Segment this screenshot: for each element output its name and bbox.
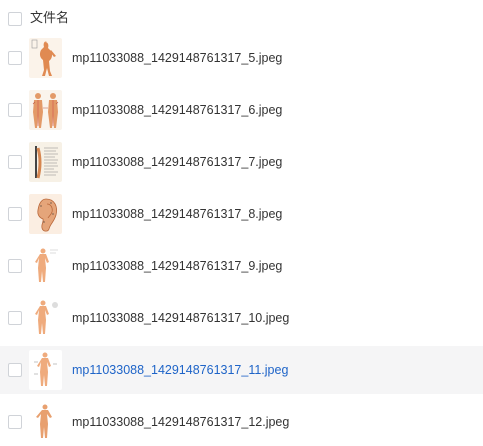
row-checkbox[interactable] bbox=[8, 415, 22, 429]
list-header: 文件名 bbox=[0, 0, 483, 36]
image-thumbnail[interactable] bbox=[29, 38, 62, 78]
row-checkbox[interactable] bbox=[8, 363, 22, 377]
row-checkbox[interactable] bbox=[8, 207, 22, 221]
image-thumbnail[interactable] bbox=[29, 298, 62, 338]
file-name-link[interactable]: mp11033088_1429148761317_6.jpeg bbox=[72, 102, 282, 118]
row-checkbox[interactable] bbox=[8, 155, 22, 169]
row-checkbox[interactable] bbox=[8, 51, 22, 65]
image-thumbnail[interactable] bbox=[29, 350, 62, 390]
row-checkbox[interactable] bbox=[8, 311, 22, 325]
file-name-link[interactable]: mp11033088_1429148761317_5.jpeg bbox=[72, 50, 282, 66]
file-row[interactable]: mp11033088_1429148761317_7.jpeg bbox=[0, 138, 483, 186]
file-row[interactable]: mp11033088_1429148761317_12.jpeg bbox=[0, 398, 483, 446]
file-row[interactable]: mp11033088_1429148761317_8.jpeg bbox=[0, 190, 483, 238]
file-row[interactable]: mp11033088_1429148761317_6.jpeg bbox=[0, 86, 483, 134]
file-row[interactable]: mp11033088_1429148761317_10.jpeg bbox=[0, 294, 483, 342]
select-all-checkbox[interactable] bbox=[8, 12, 22, 26]
image-thumbnail[interactable] bbox=[29, 90, 62, 130]
file-name-link[interactable]: mp11033088_1429148761317_8.jpeg bbox=[72, 206, 282, 222]
file-row[interactable]: mp11033088_1429148761317_11.jpeg bbox=[0, 346, 483, 394]
image-thumbnail[interactable] bbox=[29, 194, 62, 234]
file-name-link[interactable]: mp11033088_1429148761317_7.jpeg bbox=[72, 154, 282, 170]
file-name-link[interactable]: mp11033088_1429148761317_12.jpeg bbox=[72, 414, 289, 430]
row-checkbox[interactable] bbox=[8, 259, 22, 273]
filename-column-header[interactable]: 文件名 bbox=[30, 10, 69, 26]
file-row[interactable]: mp11033088_1429148761317_5.jpeg bbox=[0, 34, 483, 82]
image-thumbnail[interactable] bbox=[29, 246, 62, 286]
file-name-link[interactable]: mp11033088_1429148761317_11.jpeg bbox=[72, 362, 288, 378]
row-checkbox[interactable] bbox=[8, 103, 22, 117]
file-name-link[interactable]: mp11033088_1429148761317_10.jpeg bbox=[72, 310, 289, 326]
file-list: 文件名 mp11033088_1429148761317_5.jpeg mp11… bbox=[0, 0, 483, 442]
file-name-link[interactable]: mp11033088_1429148761317_9.jpeg bbox=[72, 258, 282, 274]
image-thumbnail[interactable] bbox=[29, 402, 62, 442]
file-row[interactable]: mp11033088_1429148761317_9.jpeg bbox=[0, 242, 483, 290]
image-thumbnail[interactable] bbox=[29, 142, 62, 182]
